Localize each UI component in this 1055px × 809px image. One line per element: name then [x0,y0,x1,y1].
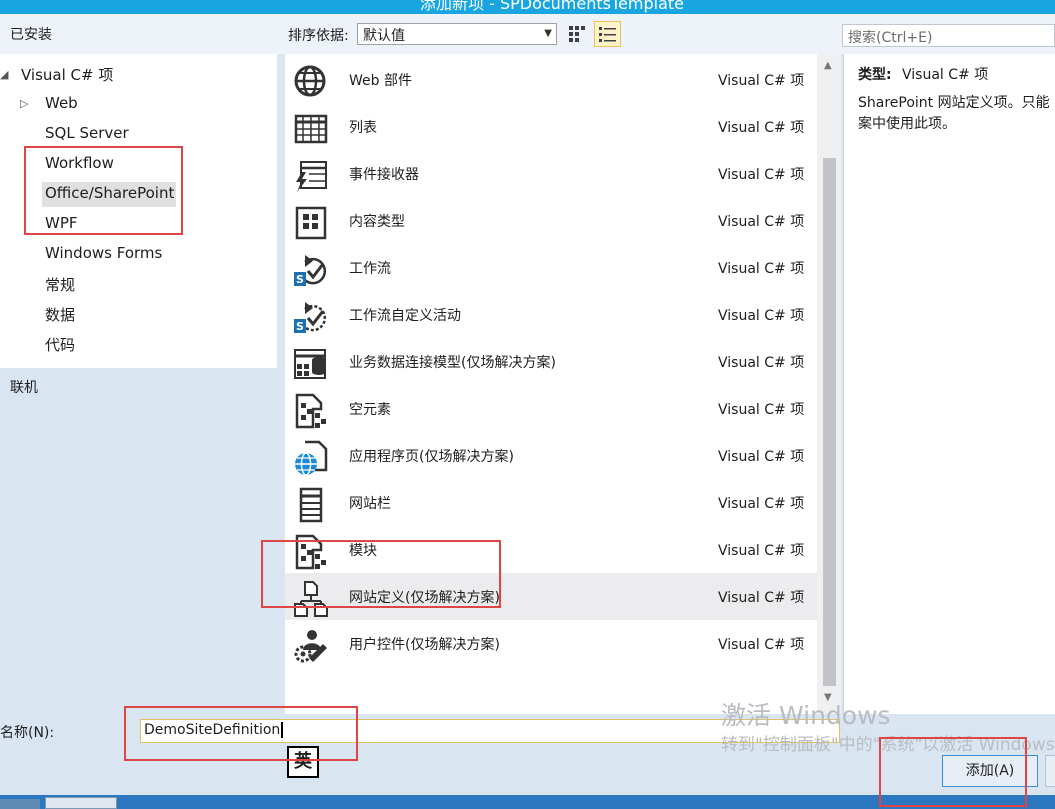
sort-dropdown[interactable]: 默认值 ▼ [357,23,557,45]
template-name: 空元素 [349,402,391,418]
template-type: Visual C# 项 [718,402,805,418]
activation-watermark-title: 激活 Windows [721,701,891,730]
template-name: 网站栏 [349,496,391,512]
small-icons-view-button[interactable] [564,22,590,46]
tree-item-windows-forms[interactable]: Windows Forms [45,244,162,262]
globe-icon [294,65,326,97]
tree-item-code[interactable]: 代码 [45,334,75,355]
template-name: 业务数据连接模型(仅场解决方案) [349,355,556,371]
content-type-icon [295,206,327,240]
workflow-activity-icon: S [294,302,326,333]
template-type: Visual C# 项 [718,308,805,324]
svg-text:S: S [296,320,304,333]
tree-item-general[interactable]: 常规 [45,274,75,295]
template-type: Visual C# 项 [718,261,805,277]
detail-description: SharePoint 网站定义项。只能 案中使用此项。 [858,95,1050,132]
annotation-box-list [261,540,501,608]
user-control-icon [294,630,327,663]
scroll-up-arrow-icon[interactable]: ▲ [824,60,832,71]
installed-label: 已安装 [10,27,52,43]
list-view-icon [599,27,616,42]
template-name: 工作流自定义活动 [349,308,461,324]
collapsed-triangle-icon[interactable]: ▷ [20,97,28,110]
site-column-icon [299,487,323,523]
template-name: 工作流 [349,261,391,277]
expanded-triangle-icon[interactable]: ◢ [0,68,8,81]
template-type: Visual C# 项 [718,167,805,183]
template-row[interactable]: S 工作流 Visual C# 项 [285,244,817,291]
template-type: Visual C# 项 [718,637,805,653]
template-name: Web 部件 [349,73,412,89]
taskbar-item[interactable] [45,797,117,809]
template-row[interactable]: 列表 Visual C# 项 [285,103,817,150]
template-row[interactable]: 用户控件(仅场解决方案) Visual C# 项 [285,620,817,667]
details-panel [843,54,1055,714]
template-row[interactable]: 内容类型 Visual C# 项 [285,197,817,244]
workflow-icon: S [294,255,326,286]
window-title: 添加新项 - SPDocumentsTemplate [420,0,684,13]
template-type: Visual C# 项 [718,73,805,89]
template-row[interactable]: 应用程序页(仅场解决方案) Visual C# 项 [285,432,817,479]
chevron-down-icon: ▼ [544,28,552,39]
annotation-box-tree [24,146,183,235]
title-bar: 添加新项 - SPDocumentsTemplate [0,0,1055,14]
template-row[interactable]: Web 部件 Visual C# 项 [285,56,817,103]
cancel-button[interactable] [1045,755,1055,787]
name-label: 名称(N): [0,725,55,741]
template-type: Visual C# 项 [718,214,805,230]
template-name: 内容类型 [349,214,405,230]
svg-text:S: S [296,273,304,286]
template-row[interactable]: 业务数据连接模型(仅场解决方案) Visual C# 项 [285,338,817,385]
annotation-box-add [879,737,1027,807]
tree-item-web[interactable]: Web [45,94,78,112]
sort-value: 默认值 [363,28,405,44]
template-name: 应用程序页(仅场解决方案) [349,449,514,465]
tree-item-sql-server[interactable]: SQL Server [45,124,129,142]
template-list: Web 部件 Visual C# 项 列表 Visual C# 项 事件接收器 … [285,54,817,714]
list-view-button[interactable] [594,21,621,47]
sort-label: 排序依据: [288,28,349,44]
template-type: Visual C# 项 [718,543,805,559]
template-row[interactable]: S 工作流自定义活动 Visual C# 项 [285,291,817,338]
list-table-icon [294,114,328,144]
event-receiver-icon [296,161,327,192]
template-row[interactable]: 事件接收器 Visual C# 项 [285,150,817,197]
tree-item-online[interactable]: 联机 [10,377,38,397]
template-name: 用户控件(仅场解决方案) [349,637,500,653]
search-placeholder: 搜索(Ctrl+E) [848,30,933,46]
empty-element-icon [295,393,326,429]
template-name: 列表 [349,120,377,136]
search-input[interactable]: 搜索(Ctrl+E) [842,24,1055,47]
template-type: Visual C# 项 [718,120,805,136]
annotation-box-name [124,706,358,761]
template-type: Visual C# 项 [718,449,805,465]
template-row[interactable]: 网站栏 Visual C# 项 [285,479,817,526]
template-row[interactable]: 空元素 Visual C# 项 [285,385,817,432]
tree-item-visual-csharp[interactable]: Visual C# 项 [21,64,113,85]
detail-type-label: 类型: [858,67,892,83]
detail-type-value: Visual C# 项 [902,67,989,83]
scroll-thumb[interactable] [823,158,836,686]
application-page-icon [295,440,328,476]
bdc-model-icon [294,349,326,379]
template-type: Visual C# 项 [718,496,805,512]
small-icons-grid-icon [569,26,585,42]
template-name: 事件接收器 [349,167,419,183]
template-type: Visual C# 项 [718,590,805,606]
tree-item-data[interactable]: 数据 [45,304,75,325]
taskbar-item[interactable] [0,799,40,809]
template-type: Visual C# 项 [718,355,805,371]
